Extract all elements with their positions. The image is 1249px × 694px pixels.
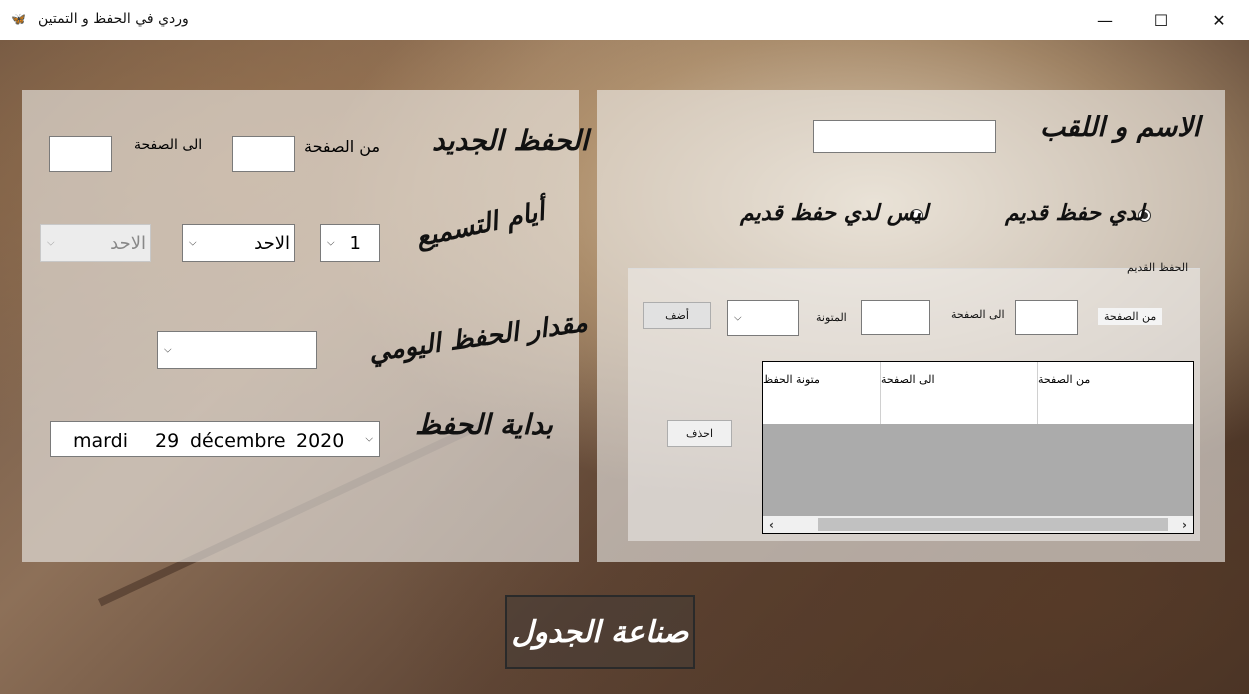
date-month: décembre xyxy=(190,430,286,452)
new-to-page-input[interactable] xyxy=(49,136,112,172)
horizontal-scrollbar[interactable]: ‹ › xyxy=(763,516,1193,533)
table-cell[interactable] xyxy=(763,397,880,424)
start-date-label: بداية الحفظ xyxy=(415,408,553,441)
radio-has-old-label: لدي حفظ قديم xyxy=(1005,200,1145,226)
days-count-value: 1 xyxy=(349,232,361,254)
chevron-down-icon: ⌵ xyxy=(189,237,197,249)
table-header: من الصفحة الى الصفحة متونة الحفظ xyxy=(763,362,1193,398)
scrollbar-thumb[interactable] xyxy=(818,518,1168,531)
new-from-page-input[interactable] xyxy=(232,136,295,172)
name-label: الاسم و اللقب xyxy=(1040,112,1201,143)
maximize-icon: ☐ xyxy=(1153,10,1169,30)
day-start-select[interactable]: الاحد ⌵ xyxy=(182,224,295,262)
chevron-down-icon: ⌵ xyxy=(734,312,742,324)
make-table-button[interactable]: صناعة الجدول xyxy=(505,595,695,669)
maximize-button[interactable]: ☐ xyxy=(1138,0,1184,40)
old-from-page-label: من الصفحة xyxy=(1098,308,1163,325)
day-end-value: الاحد xyxy=(110,232,146,254)
date-year: 2020 xyxy=(296,430,345,452)
app-icon: 🦋 xyxy=(11,12,26,26)
scroll-left-icon[interactable]: ‹ xyxy=(763,516,780,533)
day-start-value: الاحد xyxy=(254,232,290,254)
chevron-down-icon: ⌵ xyxy=(327,237,335,249)
chevron-down-icon: ⌵ xyxy=(164,344,172,356)
delete-button[interactable]: احذف xyxy=(667,420,732,447)
new-to-page-label: الى الصفحة xyxy=(134,137,203,153)
day-end-select[interactable]: الاحد ⌵ xyxy=(40,224,151,262)
minimize-button[interactable]: — xyxy=(1082,0,1128,40)
old-memo-title: الحفظ القديم xyxy=(1127,261,1189,274)
mutun-label: المتونة xyxy=(816,311,847,324)
date-weekday: mardi xyxy=(73,430,128,452)
old-from-page-input[interactable] xyxy=(1015,300,1078,335)
radio-no-old-label: ليس لدي حفظ قديم xyxy=(740,200,929,226)
start-date-picker[interactable]: mardi 29 décembre 2020 ⌵ xyxy=(50,421,380,457)
chevron-down-icon: ⌵ xyxy=(47,237,55,249)
window-title: وردي في الحفظ و التمتين xyxy=(38,11,189,27)
old-to-page-input[interactable] xyxy=(861,300,930,335)
new-memo-label: الحفظ الجديد xyxy=(432,124,589,157)
scroll-right-icon[interactable]: › xyxy=(1176,516,1193,533)
daily-amount-select[interactable]: ⌵ xyxy=(157,331,317,369)
old-to-page-label: الى الصفحة xyxy=(951,308,1005,321)
days-count-select[interactable]: 1 ⌵ xyxy=(320,224,380,262)
add-button[interactable]: أضف xyxy=(643,302,711,329)
minimize-icon: — xyxy=(1097,10,1113,30)
table-row[interactable] xyxy=(763,397,1193,424)
column-header-mutun[interactable]: متونة الحفظ xyxy=(763,362,880,397)
table-cell[interactable] xyxy=(880,397,1037,424)
date-day: 29 xyxy=(155,430,180,452)
close-icon: ✕ xyxy=(1212,10,1226,30)
table-cell[interactable] xyxy=(1037,397,1193,424)
chevron-down-icon: ⌵ xyxy=(365,433,373,445)
title-bar: 🦋 وردي في الحفظ و التمتين — ☐ ✕ xyxy=(0,0,1249,41)
column-header-from[interactable]: من الصفحة xyxy=(1037,362,1193,397)
column-header-to[interactable]: الى الصفحة xyxy=(880,362,1037,397)
name-input[interactable] xyxy=(813,120,996,153)
old-memo-table[interactable]: من الصفحة الى الصفحة متونة الحفظ ‹ › xyxy=(762,361,1194,534)
close-button[interactable]: ✕ xyxy=(1196,0,1242,40)
mutun-select[interactable]: ⌵ xyxy=(727,300,799,336)
new-from-page-label: من الصفحة xyxy=(304,137,381,156)
